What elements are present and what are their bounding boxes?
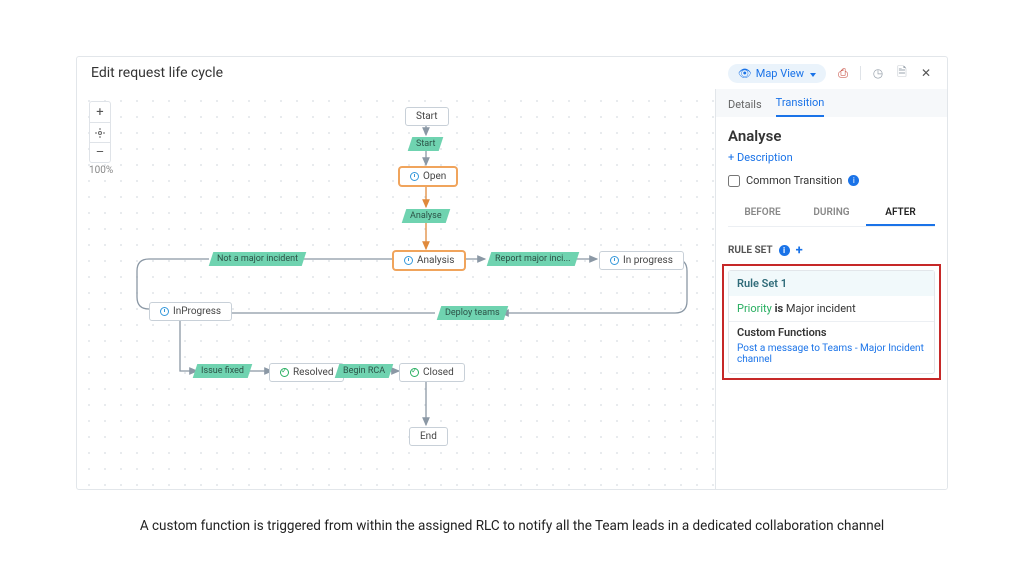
timing-during[interactable]: DURING bbox=[797, 201, 866, 226]
ruleset-condition: Priority is Major incident bbox=[729, 296, 934, 321]
transition-start[interactable]: Start bbox=[408, 137, 444, 151]
clock-icon bbox=[404, 256, 413, 265]
ruleset-header: RULE SET i + bbox=[716, 233, 947, 264]
mapview-label: Map View bbox=[756, 67, 804, 80]
clock-icon bbox=[410, 172, 419, 181]
page-title: Edit request life cycle bbox=[91, 65, 223, 81]
node-analysis[interactable]: Analysis bbox=[393, 251, 465, 270]
zoom-reset-button[interactable] bbox=[90, 122, 110, 142]
transition-issue-fixed[interactable]: Issue fixed bbox=[193, 364, 252, 378]
node-in-progress-left[interactable]: InProgress bbox=[149, 302, 232, 321]
timing-before[interactable]: BEFORE bbox=[728, 201, 797, 226]
node-end[interactable]: End bbox=[409, 427, 448, 446]
header-bar: Edit request life cycle Map View bbox=[77, 57, 947, 89]
info-icon[interactable]: i bbox=[848, 175, 859, 186]
history-icon[interactable] bbox=[871, 66, 885, 80]
common-transition-row[interactable]: Common Transition i bbox=[728, 174, 935, 187]
close-icon[interactable] bbox=[919, 66, 933, 80]
panel-title: Analyse bbox=[728, 127, 935, 145]
eye-icon bbox=[738, 67, 752, 80]
zoom-out-button[interactable]: – bbox=[90, 142, 110, 162]
node-resolved[interactable]: Resolved bbox=[269, 363, 344, 382]
header-actions bbox=[836, 66, 933, 80]
node-start[interactable]: Start bbox=[405, 107, 449, 126]
node-in-progress-right[interactable]: In progress bbox=[599, 251, 684, 270]
separator bbox=[860, 66, 861, 80]
transition-not-major[interactable]: Not a major incident bbox=[209, 252, 307, 266]
workflow-edges bbox=[77, 89, 715, 489]
common-transition-checkbox[interactable] bbox=[728, 175, 740, 187]
node-closed[interactable]: Closed bbox=[399, 363, 465, 382]
ruleset-card[interactable]: Rule Set 1 Priority is Major incident Cu… bbox=[728, 270, 935, 374]
panel-tabs: Details Transition bbox=[716, 89, 947, 117]
ruleset-highlight-box: Rule Set 1 Priority is Major incident Cu… bbox=[722, 264, 941, 380]
check-icon bbox=[410, 368, 419, 377]
tab-details[interactable]: Details bbox=[728, 92, 762, 117]
add-ruleset-button[interactable]: + bbox=[796, 243, 803, 258]
ruleset-title: Rule Set 1 bbox=[729, 271, 934, 296]
timing-tabs: BEFORE DURING AFTER bbox=[728, 201, 935, 227]
clock-icon bbox=[610, 256, 619, 265]
tab-transition[interactable]: Transition bbox=[776, 90, 825, 117]
document-icon[interactable] bbox=[895, 66, 909, 80]
custom-functions-header: Custom Functions bbox=[729, 321, 934, 341]
transition-report-major[interactable]: Report major inci... bbox=[487, 252, 579, 266]
workflow-canvas[interactable]: + – 100% bbox=[77, 89, 715, 489]
check-icon bbox=[280, 368, 289, 377]
timing-after[interactable]: AFTER bbox=[866, 201, 935, 226]
chevron-down-icon bbox=[808, 67, 816, 80]
zoom-controls: + – bbox=[89, 101, 111, 163]
clock-icon bbox=[160, 307, 169, 316]
transition-begin-rca[interactable]: Begin RCA bbox=[335, 364, 394, 378]
right-panel: Details Transition Analyse + Description… bbox=[715, 89, 947, 489]
mapview-dropdown[interactable]: Map View bbox=[728, 64, 826, 83]
figure-caption: A custom function is triggered from with… bbox=[76, 490, 948, 534]
common-transition-label: Common Transition bbox=[746, 174, 842, 187]
node-open[interactable]: Open bbox=[399, 167, 457, 186]
zoom-in-button[interactable]: + bbox=[90, 102, 110, 122]
transition-deploy-teams[interactable]: Deploy teams bbox=[437, 306, 508, 320]
custom-function-link[interactable]: Post a message to Teams - Major Incident… bbox=[729, 341, 934, 373]
add-description-link[interactable]: + Description bbox=[728, 151, 935, 164]
info-icon[interactable]: i bbox=[779, 245, 790, 256]
app-window: Edit request life cycle Map View bbox=[76, 56, 948, 490]
pdf-icon[interactable] bbox=[836, 66, 850, 80]
transition-analyse[interactable]: Analyse bbox=[402, 209, 450, 223]
